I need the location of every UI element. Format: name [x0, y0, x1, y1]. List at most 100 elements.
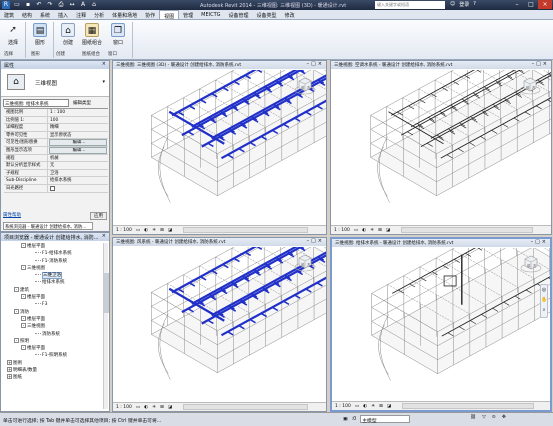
type-selector[interactable]: ⌂ 三维视图 ▾ [1, 69, 109, 97]
ribbon-tab[interactable]: 注释 [72, 10, 90, 19]
view-title-bar[interactable]: 三维视图: 风系统 - 暖通设计 创建给排水, 消防系统.rvt –□× [113, 238, 326, 246]
ribbon-tab[interactable]: 分析 [90, 10, 108, 19]
collapse-icon[interactable]: - [21, 294, 26, 300]
workset-selector[interactable]: 主模型 [360, 415, 411, 424]
ribbon-tab[interactable]: 设备管理 [225, 10, 253, 19]
detail-level-icon[interactable]: ▭ [354, 228, 358, 233]
ribbon-tab[interactable]: 修改 [281, 10, 299, 19]
view-title-bar[interactable]: 三维视图: 空调水系统 - 暖通设计 创建给排水, 消防系统.rvt –□× [331, 61, 551, 69]
property-value[interactable]: 给排水系统 [48, 177, 108, 184]
ribbon-tab[interactable]: 视图 [159, 10, 180, 20]
open-icon[interactable]: ▭ [13, 1, 21, 9]
view-window-buttons[interactable]: –□× [532, 61, 549, 67]
view-scale[interactable]: 1 : 100 [335, 404, 351, 409]
system-browser-tab[interactable]: 系统浏览器 - 暖通设计 创建给排水, 消防... [3, 222, 93, 230]
link-icon[interactable]: ⛓ [470, 415, 476, 420]
property-value[interactable]: 1 : 100 [48, 109, 108, 116]
horizontal-scrollbar[interactable] [183, 227, 308, 233]
navigation-bar[interactable]: ◎ ✋ ⌕ [540, 284, 548, 318]
property-value[interactable]: 无 [48, 162, 108, 169]
temporary-hide-icon[interactable]: ◪ [386, 228, 390, 233]
3d-view-icon[interactable]: ⌂ [90, 1, 98, 9]
collapse-icon[interactable]: - [21, 315, 26, 321]
collapse-icon[interactable]: - [14, 337, 19, 343]
apply-button[interactable]: 应用 [90, 212, 107, 220]
zoom-icon[interactable]: ⌕ [541, 305, 547, 315]
tree-node[interactable]: - 建筑 [3, 286, 107, 294]
redo-icon[interactable]: ↷ [46, 1, 54, 9]
view-window-plumbing[interactable]: 三维视图: 给排水系统 - 暖通设计 创建给排水, 消防系统.rvt –□× 前右 ◎… [330, 237, 552, 412]
sun-path-icon[interactable]: ☀ [152, 228, 156, 233]
print-icon[interactable]: ⎙ [57, 1, 65, 9]
sun-path-icon[interactable]: ☀ [152, 405, 156, 410]
collapse-icon[interactable]: - [21, 323, 26, 329]
tree-node[interactable]: 消防系统 [3, 331, 107, 338]
horizontal-scrollbar[interactable] [401, 227, 533, 233]
view-title-bar[interactable]: 三维视图: 三维视图 (3D) - 暖通设计 创建给排水, 消防系统.rvt –□… [113, 61, 326, 69]
ribbon-tab[interactable]: 体量和场地 [108, 10, 141, 19]
property-value[interactable]: 精细 [48, 124, 108, 131]
crop-icon[interactable]: ⊞ [160, 405, 164, 410]
drag-icon[interactable]: ✥ [502, 415, 506, 420]
visual-style-icon[interactable]: ◐ [144, 405, 148, 410]
visual-style-icon[interactable]: ◐ [144, 228, 148, 233]
windows-button[interactable]: ❐ 窗口 [108, 23, 128, 46]
collapse-icon[interactable]: - [14, 308, 19, 314]
horizontal-scrollbar[interactable] [183, 404, 308, 410]
scrollbar-thumb[interactable] [104, 273, 109, 313]
collapse-icon[interactable]: - [21, 264, 26, 270]
tree-node[interactable]: - 楼层平面 [3, 294, 107, 301]
create-view-button[interactable]: ⌂ 创建 [58, 23, 78, 46]
user-icon[interactable]: ☺ [450, 1, 455, 8]
temporary-hide-icon[interactable]: ◪ [387, 404, 391, 409]
viewcube-icon[interactable]: 前右 [519, 75, 541, 95]
tree-node[interactable]: F1-照明系统 [3, 352, 107, 359]
properties-help-link[interactable]: 属性帮助 [3, 212, 21, 220]
filter-icon[interactable]: ▽ [482, 415, 486, 420]
instance-selector[interactable]: 三维视图: 给排水系统 [3, 98, 69, 107]
property-value[interactable]: 显示原状态 [48, 132, 108, 139]
text-icon[interactable]: A [79, 1, 87, 9]
viewcube-icon[interactable]: 前右 [294, 252, 316, 272]
detail-level-icon[interactable]: ▭ [136, 228, 140, 233]
crop-icon[interactable]: ⊞ [379, 404, 383, 409]
visual-style-icon[interactable]: ◐ [363, 404, 367, 409]
property-value[interactable]: 100 [48, 117, 108, 124]
detail-level-icon[interactable]: ▭ [355, 404, 359, 409]
property-value[interactable]: 卫浴 [48, 170, 108, 177]
crop-icon[interactable]: ⊞ [378, 228, 382, 233]
sun-path-icon[interactable]: ☀ [371, 404, 375, 409]
ribbon-tab[interactable]: 插入 [54, 10, 72, 19]
ribbon-tab[interactable]: 管理 [179, 10, 197, 19]
tree-node[interactable]: 给排水系统 [3, 279, 107, 286]
tree-node[interactable]: - 三维视图 [3, 323, 107, 330]
checkbox[interactable] [50, 185, 55, 191]
close-icon[interactable]: × [102, 233, 106, 239]
ribbon-tab[interactable]: 设备类型 [253, 10, 281, 19]
tree-node[interactable]: F3 [3, 301, 107, 308]
horizontal-scrollbar[interactable] [402, 403, 534, 409]
temporary-hide-icon[interactable]: ◪ [168, 228, 172, 233]
property-value[interactable]: 机械 [48, 155, 108, 162]
tree-node[interactable]: + 图例 [3, 359, 107, 367]
tree-node[interactable]: F1-给排水系统 [3, 250, 107, 257]
close-icon[interactable]: × [102, 61, 106, 67]
tree-node[interactable]: - 楼层平面 [3, 315, 107, 323]
view-window-buttons[interactable]: –□× [307, 61, 324, 67]
ribbon-tab[interactable]: MEICTG [197, 10, 224, 19]
view-window-buttons[interactable]: –□× [531, 239, 548, 245]
visual-style-icon[interactable]: ◐ [362, 228, 366, 233]
property-value[interactable] [48, 185, 108, 192]
viewcube-icon[interactable]: 前右 [520, 253, 542, 273]
save-icon[interactable]: ▪ [24, 1, 32, 9]
edit-type-button[interactable]: 编辑类型 [73, 100, 91, 106]
vertical-scrollbar[interactable] [103, 243, 109, 409]
view-window-air-system[interactable]: 三维视图: 风系统 - 暖通设计 创建给排水, 消防系统.rvt –□× 前右 1 :… [112, 237, 327, 412]
steering-wheel-icon[interactable]: ◎ [541, 285, 547, 295]
collapse-icon[interactable]: - [21, 345, 26, 351]
chevron-down-icon[interactable]: ▾ [102, 79, 105, 85]
tree-node[interactable]: + 明细表/数量 [3, 367, 107, 374]
collapse-icon[interactable]: - [14, 286, 19, 292]
ribbon-tab[interactable]: 系统 [36, 10, 54, 19]
tree-node[interactable]: - 楼层平面 [3, 345, 107, 352]
